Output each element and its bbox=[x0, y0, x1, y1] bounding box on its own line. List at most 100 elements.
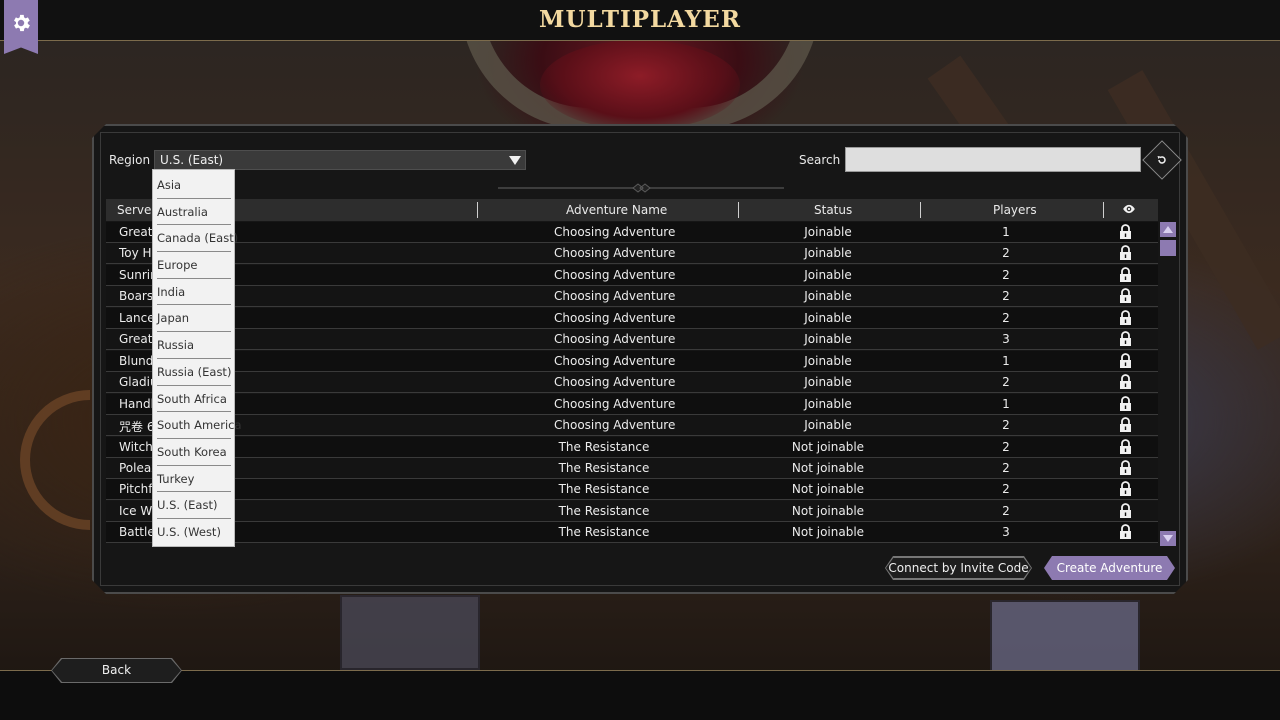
adventure-name: Choosing Adventure bbox=[554, 310, 676, 325]
table-row[interactable]: Great T Choosing Adventure Joinable 1 bbox=[106, 222, 1158, 243]
player-count: 2 bbox=[1002, 460, 1010, 475]
table-row[interactable]: Gladiu Choosing Adventure Joinable 2 bbox=[106, 372, 1158, 393]
status-text: Joinable bbox=[804, 289, 852, 304]
region-option[interactable]: Australia bbox=[157, 199, 231, 226]
scroll-up-button[interactable] bbox=[1160, 222, 1176, 237]
player-count: 2 bbox=[1002, 439, 1010, 454]
region-option[interactable]: Turkey bbox=[157, 466, 231, 493]
player-count: 2 bbox=[1002, 310, 1010, 325]
player-count: 2 bbox=[1002, 482, 1010, 497]
player-count: 1 bbox=[1002, 353, 1010, 368]
region-dropdown-list: Asia Australia Canada (East) Europe India Jap… bbox=[152, 169, 242, 547]
table-row[interactable]: Battle The Resistance Not joinable 3 bbox=[106, 522, 1158, 543]
region-option[interactable]: South Korea bbox=[157, 439, 231, 466]
adventure-name: Choosing Adventure bbox=[554, 396, 676, 411]
column-header-status[interactable]: Status bbox=[814, 203, 852, 217]
status-text: Not joinable bbox=[791, 503, 865, 518]
table-row[interactable]: Poleax The Resistance Not joinable 2 bbox=[106, 458, 1158, 479]
player-count: 2 bbox=[1002, 375, 1010, 390]
table-row[interactable]: Blunde Choosing Adventure Joinable 1 bbox=[106, 351, 1158, 372]
table-row[interactable]: Pitchfo The Resistance Not joinable 2 bbox=[106, 479, 1158, 500]
page-title: MULTIPLAYER bbox=[539, 6, 741, 33]
adventure-name: Choosing Adventure bbox=[554, 267, 676, 282]
player-count: 1 bbox=[1002, 225, 1010, 239]
gear-icon bbox=[10, 12, 32, 54]
table-row[interactable]: Lance Choosing Adventure Joinable 2 bbox=[106, 308, 1158, 329]
adventure-name: Choosing Adventure bbox=[554, 289, 676, 304]
region-option[interactable]: U.S. (East) bbox=[157, 492, 231, 519]
column-header-adventure[interactable]: Adventure Name bbox=[566, 203, 667, 217]
back-button[interactable]: Back bbox=[52, 659, 181, 682]
region-dropdown[interactable]: U.S. (East) bbox=[154, 150, 526, 170]
table-row[interactable]: Greata Choosing Adventure Joinable 3 bbox=[106, 329, 1158, 350]
column-header-server[interactable]: Server bbox=[117, 203, 156, 217]
lock-icon bbox=[1119, 331, 1132, 349]
eye-icon[interactable] bbox=[1122, 202, 1136, 219]
lock-icon bbox=[1119, 374, 1132, 392]
region-option[interactable]: Asia bbox=[157, 172, 231, 199]
top-bar: MULTIPLAYER bbox=[0, 0, 1280, 41]
server-name: Lance bbox=[119, 310, 155, 325]
search-input[interactable] bbox=[845, 147, 1141, 172]
scrollbar-thumb[interactable] bbox=[1160, 240, 1176, 256]
server-name: Battle bbox=[119, 525, 155, 540]
region-option[interactable]: South America bbox=[157, 412, 242, 439]
refresh-icon bbox=[1151, 149, 1173, 171]
search-label: Search bbox=[799, 153, 841, 167]
adventure-name: The Resistance bbox=[558, 482, 650, 497]
table-row[interactable]: Witch E The Resistance Not joinable 2 bbox=[106, 437, 1158, 458]
lock-icon bbox=[1119, 245, 1132, 263]
player-count: 2 bbox=[1002, 503, 1010, 518]
adventure-name: Choosing Adventure bbox=[554, 375, 676, 390]
divider-ornament bbox=[498, 183, 784, 193]
player-count: 3 bbox=[1002, 332, 1010, 347]
region-option[interactable]: Europe bbox=[157, 252, 231, 279]
region-option[interactable]: Russia (East) bbox=[157, 359, 231, 386]
column-separator bbox=[920, 202, 921, 218]
region-option[interactable]: India bbox=[157, 279, 231, 306]
status-text: Not joinable bbox=[791, 439, 865, 454]
player-count: 2 bbox=[1002, 246, 1010, 261]
player-count: 2 bbox=[1002, 267, 1010, 282]
status-text: Joinable bbox=[804, 375, 852, 390]
adventure-name: Choosing Adventure bbox=[554, 246, 676, 261]
table-row[interactable]: Sunring Choosing Adventure Joinable 2 bbox=[106, 265, 1158, 286]
table-row[interactable]: Boarsp Choosing Adventure Joinable 2 bbox=[106, 286, 1158, 307]
settings-button[interactable] bbox=[4, 0, 38, 54]
table-row[interactable]: Handb Choosing Adventure Joinable 1 bbox=[106, 394, 1158, 415]
column-header-players[interactable]: Players bbox=[993, 203, 1037, 217]
status-text: Not joinable bbox=[791, 460, 865, 475]
create-adventure-button[interactable]: Create Adventure bbox=[1044, 556, 1175, 580]
region-option[interactable]: Japan bbox=[157, 305, 231, 333]
lock-icon bbox=[1119, 267, 1132, 285]
lock-icon bbox=[1119, 310, 1132, 328]
status-text: Joinable bbox=[804, 225, 852, 239]
adventure-name: The Resistance bbox=[558, 460, 650, 475]
lock-icon bbox=[1119, 503, 1132, 521]
lock-icon bbox=[1119, 224, 1132, 242]
lock-icon bbox=[1119, 524, 1132, 542]
adventure-name: Choosing Adventure bbox=[554, 353, 676, 368]
region-label: Region bbox=[109, 153, 151, 167]
region-option[interactable]: Canada (East) bbox=[157, 225, 238, 253]
adventure-name: The Resistance bbox=[558, 503, 650, 518]
region-option[interactable]: U.S. (West) bbox=[157, 519, 231, 546]
lock-icon bbox=[1119, 396, 1132, 414]
region-selected-value: U.S. (East) bbox=[160, 153, 224, 167]
region-option[interactable]: South Africa bbox=[157, 386, 231, 413]
chevron-down-icon bbox=[509, 156, 521, 165]
column-separator bbox=[738, 202, 739, 218]
table-row[interactable]: 咒卷 6 Choosing Adventure Joinable 2 bbox=[106, 415, 1158, 436]
table-row[interactable]: Toy Ha Choosing Adventure Joinable 2 bbox=[106, 243, 1158, 264]
lock-icon bbox=[1119, 288, 1132, 306]
region-option[interactable]: Russia bbox=[157, 332, 231, 359]
lock-icon bbox=[1119, 481, 1132, 499]
adventure-name: Choosing Adventure bbox=[554, 418, 676, 433]
table-row[interactable]: Ice Wa The Resistance Not joinable 2 bbox=[106, 501, 1158, 522]
player-count: 2 bbox=[1002, 289, 1010, 304]
background-antler bbox=[20, 390, 90, 530]
background-flower bbox=[540, 40, 740, 130]
bottom-bar bbox=[0, 670, 1280, 720]
scroll-down-button[interactable] bbox=[1160, 531, 1176, 546]
connect-by-invite-code-button[interactable]: Connect by Invite Code bbox=[886, 557, 1031, 579]
